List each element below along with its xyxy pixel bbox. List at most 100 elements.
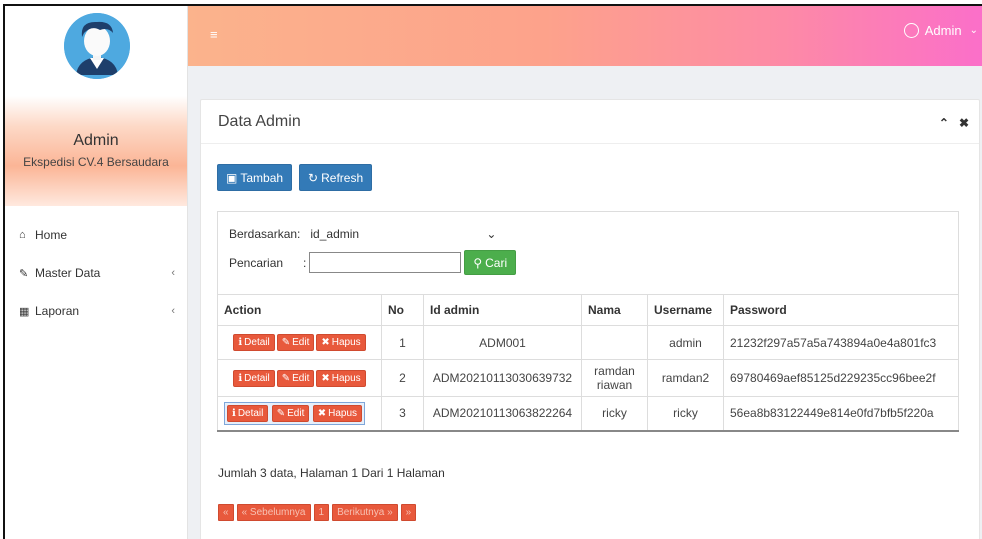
query-separator: : — [303, 255, 307, 270]
pagination: « « Sebelumnya 1 Berikutnya » » — [218, 504, 417, 521]
detail-button[interactable]: ℹ Detail — [227, 404, 269, 422]
main-content: Data Admin ⌃ ✖ ▣ Tambah ↻ Refresh Berdas… — [188, 66, 982, 539]
cell-nama — [581, 325, 648, 360]
cell-password: 21232f297a57a5a743894a0e4a801fc3 — [723, 325, 959, 360]
column-header: Username — [647, 294, 724, 326]
edit-icon: ✎ — [281, 337, 291, 348]
first-page-button[interactable]: « — [218, 504, 234, 521]
edit-button[interactable]: ✎ Edit — [276, 369, 315, 387]
cell-username: ricky — [647, 396, 724, 432]
page-number-button[interactable]: 1 — [313, 504, 330, 521]
sidebar-item-label: Laporan — [35, 304, 80, 318]
detail-label: Detail — [244, 372, 270, 384]
edit-button[interactable]: ✎ Edit — [271, 404, 310, 422]
cell-id-admin: ADM001 — [423, 325, 582, 360]
column-header: No — [381, 294, 424, 326]
table-row: ℹ Detail ✎ Edit ✖ Hapus 1 ADM001 admin 2123… — [217, 325, 959, 360]
sidebar-item-label: Home — [35, 228, 68, 242]
chevron-left-icon: ‹ — [171, 305, 175, 317]
column-header: Id admin — [423, 294, 582, 326]
sidebar-item-laporan[interactable]: ▦ Laporan ‹ — [5, 292, 187, 330]
hamburger-icon[interactable]: ≡ — [210, 27, 218, 42]
delete-label: Hapus — [331, 372, 361, 384]
close-icon: ✖ — [317, 407, 327, 419]
refresh-icon: ↻ — [308, 170, 319, 185]
user-icon — [903, 23, 919, 38]
detail-button[interactable]: ℹ Detail — [233, 334, 275, 351]
edit-icon: ✎ — [276, 407, 286, 419]
toolbar: ▣ Tambah ↻ Refresh — [217, 164, 373, 191]
edit-label: Edit — [287, 407, 305, 419]
app-frame: Admin Ekspedisi CV.4 Bersaudara ⌂ Home ✎… — [3, 4, 982, 539]
detail-label: Detail — [244, 337, 270, 348]
collapse-icon[interactable]: ⌃ — [939, 116, 949, 130]
table-row: ℹ Detail ✎ Edit ✖ Hapus 3 ADM20210113063822… — [217, 396, 959, 432]
search-form: Berdasarkan: id_admin ⌄ Pencarian : ⚲ Ca… — [217, 211, 959, 295]
sidebar: Admin Ekspedisi CV.4 Bersaudara ⌂ Home ✎… — [5, 6, 188, 539]
add-button[interactable]: ▣ Tambah — [217, 164, 293, 191]
action-cell: ℹ Detail ✎ Edit ✖ Hapus — [217, 325, 382, 360]
cell-id-admin: ADM20210113030639732 — [423, 359, 582, 397]
info-icon: ℹ — [232, 407, 236, 419]
chevron-left-icon: ‹ — [171, 267, 175, 279]
filter-row: Berdasarkan: id_admin ⌄ — [229, 224, 500, 244]
cell-password: 69780469aef85125d229235cc96bee2f — [723, 359, 959, 397]
prev-page-button[interactable]: « Sebelumnya — [236, 504, 311, 521]
action-cell: ℹ Detail ✎ Edit ✖ Hapus — [217, 359, 382, 397]
chevron-down-icon: ⌄ — [969, 25, 978, 36]
info-icon: ℹ — [238, 372, 243, 384]
column-header: Action — [217, 294, 382, 326]
plus-square-icon: ▣ — [226, 170, 238, 185]
panel-title: Data Admin — [218, 113, 301, 130]
delete-label: Hapus — [331, 337, 361, 348]
home-icon: ⌂ — [19, 229, 26, 241]
action-cell: ℹ Detail ✎ Edit ✖ Hapus — [217, 396, 382, 432]
column-header: Password — [723, 294, 959, 326]
profile-subtitle: Ekspedisi CV.4 Bersaudara — [23, 155, 169, 169]
info-icon: ℹ — [238, 337, 243, 348]
query-row: Pencarian : ⚲ Cari — [229, 250, 517, 275]
pagination-summary: Jumlah 3 data, Halaman 1 Dari 1 Halaman — [218, 466, 445, 480]
search-input[interactable] — [309, 252, 462, 273]
edit-icon: ✎ — [281, 372, 291, 384]
filter-select-value: id_admin — [310, 227, 360, 241]
avatar — [64, 13, 130, 79]
column-header: Nama — [581, 294, 648, 326]
refresh-button[interactable]: ↻ Refresh — [299, 164, 373, 191]
refresh-button-label: Refresh — [321, 170, 364, 185]
close-icon: ✖ — [321, 372, 330, 384]
delete-button[interactable]: ✖ Hapus — [316, 369, 366, 387]
delete-button[interactable]: ✖ Hapus — [316, 334, 366, 351]
admin-table: Action No Id admin Nama Username Passwor… — [217, 294, 959, 432]
search-button[interactable]: ⚲ Cari — [464, 250, 517, 275]
sidebar-item-label: Master Data — [35, 266, 101, 280]
data-admin-panel: Data Admin ⌃ ✖ ▣ Tambah ↻ Refresh Berdas… — [200, 99, 980, 539]
user-avatar-icon — [64, 13, 130, 79]
edit-icon: ✎ — [19, 267, 29, 280]
sidebar-item-master-data[interactable]: ✎ Master Data ‹ — [5, 254, 187, 292]
next-page-button[interactable]: Berikutnya » — [332, 504, 398, 521]
detail-label: Detail — [237, 407, 264, 419]
query-label: Pencarian — [229, 255, 284, 270]
cell-username: admin — [647, 325, 724, 360]
user-label: Admin — [924, 23, 962, 38]
close-icon[interactable]: ✖ — [959, 116, 969, 130]
search-icon: ⚲ — [473, 255, 483, 270]
user-menu[interactable]: Admin ⌄ — [903, 23, 978, 38]
cell-username: ramdan2 — [647, 359, 724, 397]
cell-id-admin: ADM20210113063822264 — [423, 396, 582, 432]
top-navbar: ≡ Admin ⌄ — [188, 6, 982, 66]
cell-nama: ricky — [581, 396, 648, 432]
filter-select[interactable]: id_admin ⌄ — [306, 224, 500, 244]
add-button-label: Tambah — [240, 170, 284, 185]
calendar-icon: ▦ — [19, 305, 30, 318]
detail-button[interactable]: ℹ Detail — [233, 369, 275, 387]
edit-label: Edit — [292, 372, 310, 384]
cell-no: 1 — [381, 325, 424, 360]
last-page-button[interactable]: » — [400, 504, 417, 521]
delete-button[interactable]: ✖ Hapus — [312, 404, 362, 422]
edit-button[interactable]: ✎ Edit — [276, 334, 315, 351]
cell-no: 3 — [381, 396, 424, 432]
sidebar-item-home[interactable]: ⌂ Home — [5, 216, 187, 254]
divider — [201, 143, 979, 144]
